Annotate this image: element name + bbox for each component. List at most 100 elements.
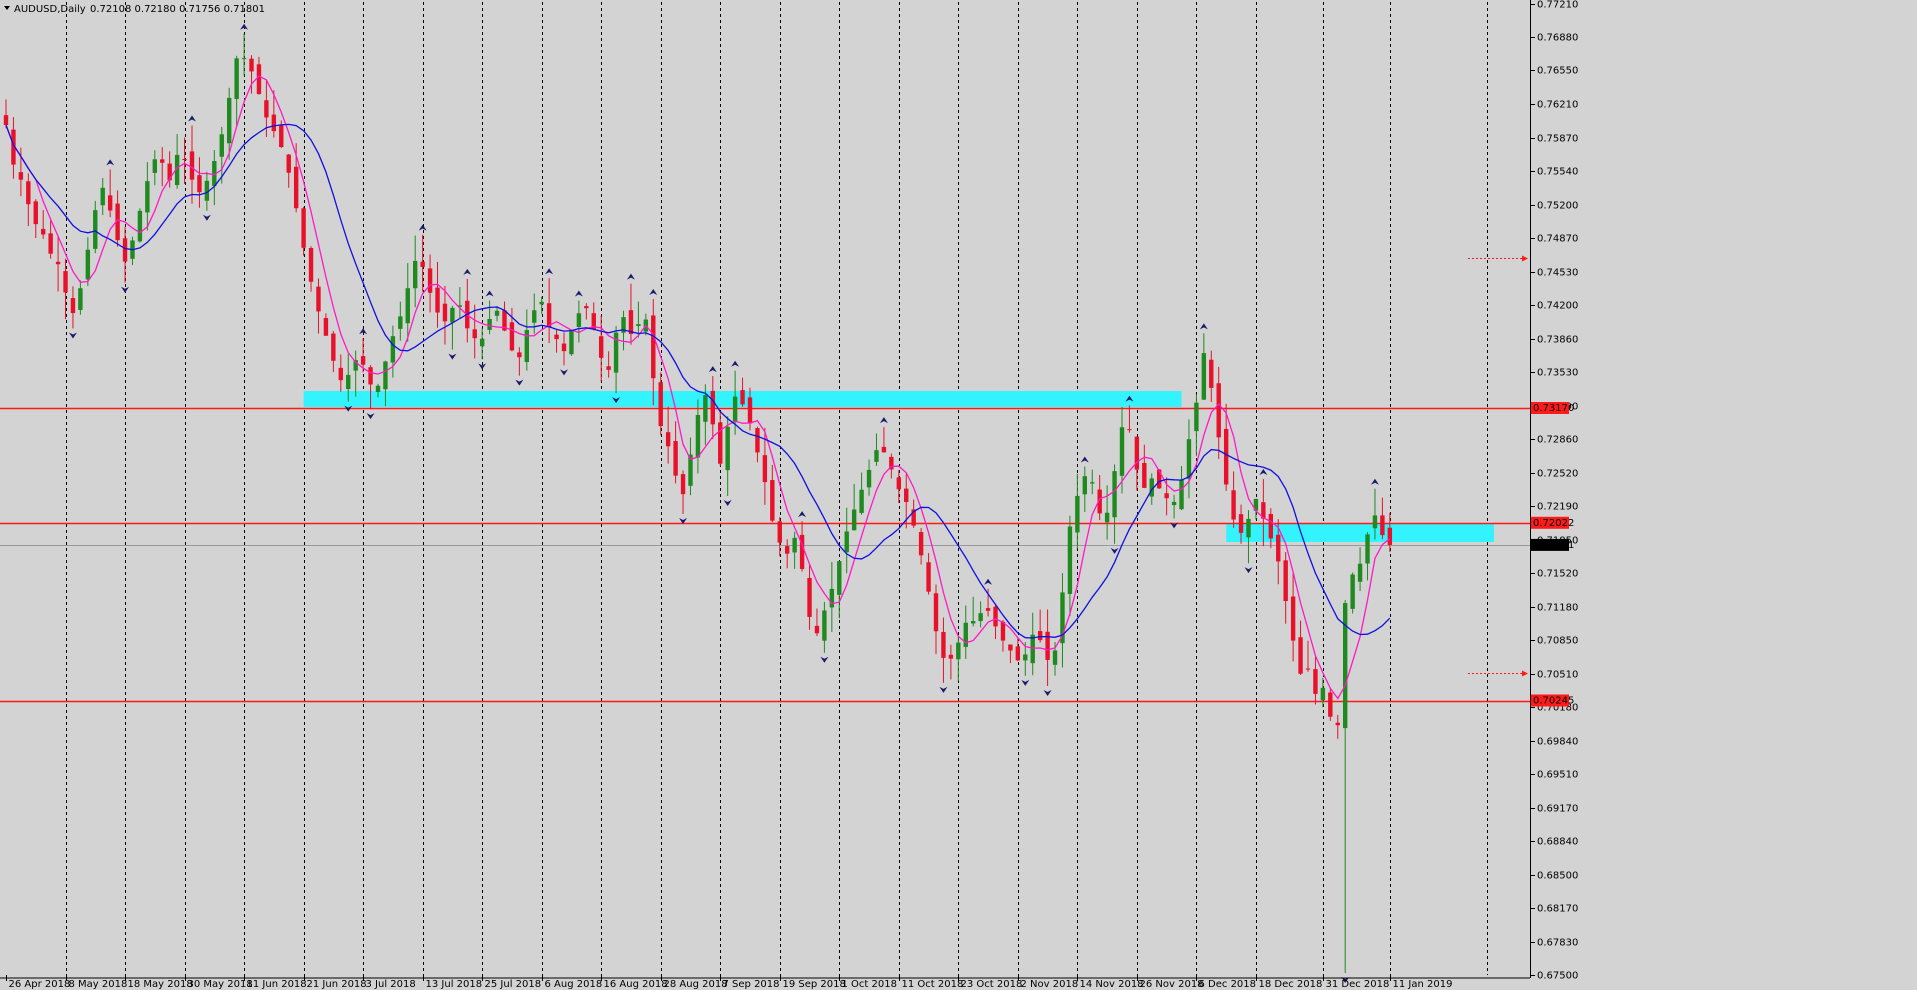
chart-header: AUDUSD,Daily 0.72108 0.72180 0.71756 0.7… [4,4,265,15]
candle-body [368,367,373,385]
candle-body [1290,596,1296,641]
candle-body [33,201,38,225]
candle-body [1090,482,1095,484]
candle-body [896,477,901,490]
candle[interactable] [137,208,143,243]
candle-body [1223,428,1229,485]
candle-body [926,562,931,592]
candle-body [41,228,46,235]
candle-body [1387,527,1393,545]
candle-body [561,343,567,352]
chart-area[interactable]: 0.77210 0.76880 0.76550 0.76210 0.75870 0.755… [0,0,1917,990]
candle-body [435,287,440,313]
x-tick-label: 26 Apr 2018 [9,979,71,990]
candle-body [881,446,887,453]
candle-body [479,338,485,347]
candle-body [264,100,269,118]
candle-body [1372,515,1378,529]
candle-body [703,395,708,422]
y-tick-label: 0.69840 [1537,737,1578,748]
candle-body [1037,631,1043,641]
candle[interactable] [569,330,574,356]
candle-body [1030,634,1035,664]
level-price-label: 0.73170 [1533,403,1574,414]
price-axis: 0.77210 0.76880 0.76550 0.76210 0.75870 0.755… [1530,0,1917,990]
y-tick-label: 0.76210 [1537,100,1578,111]
x-tick-label: 30 May 2018 [188,979,253,990]
candle-body [517,352,522,358]
candle-body [1268,513,1273,539]
y-tick-label: 0.75540 [1537,167,1578,178]
candle-body [732,396,738,423]
candle-body [918,532,924,556]
candle-body [122,238,128,262]
candle-body [1313,669,1318,694]
candle-body [755,428,760,453]
x-tick-label: 1 Oct 2018 [842,979,897,990]
x-tick-label: 26 Nov 2018 [1140,979,1204,990]
x-tick-label: 3 Jul 2018 [366,979,416,990]
candle-body [450,307,455,323]
candle-body [1052,650,1058,665]
candle-body [1112,471,1117,518]
candle-body [63,271,68,293]
x-tick-label: 2 Nov 2018 [1021,979,1079,990]
candle-body [658,382,663,427]
candle-body [814,625,820,634]
candle-body [1171,501,1177,506]
candle-body [1343,603,1348,729]
candle-body [227,97,232,144]
candle-body [1164,493,1169,499]
candle-body [249,58,254,72]
candle-body [1067,526,1073,594]
candle-body [770,480,775,521]
candle-body [494,310,500,316]
x-tick-label: 13 Jul 2018 [426,979,483,990]
candlestick-chart[interactable]: 0.77210 0.76880 0.76550 0.76210 0.75870 0.755… [0,0,1917,990]
candle-body [941,631,946,658]
candle-body [1246,518,1251,538]
candle[interactable] [1350,572,1355,614]
candle-body [859,489,864,513]
candle-body [576,313,582,327]
zone-rect[interactable] [1226,523,1494,542]
x-tick-label: 11 Oct 2018 [902,979,964,990]
candle[interactable] [1328,687,1333,721]
candle-body [1075,495,1080,533]
candle-body [189,151,195,180]
x-tick-label: 18 May 2018 [128,979,193,990]
y-tick-label: 0.74870 [1537,234,1578,245]
candle-body [1305,668,1311,670]
candle-body [651,315,656,379]
candle-body [584,306,589,309]
candle-body [256,64,262,95]
x-tick-label: 14 Nov 2018 [1080,979,1144,990]
candle-body [1350,574,1355,609]
candle-body [1365,534,1370,564]
candle-body [18,172,24,180]
candle-body [963,622,968,647]
candle-body [1328,692,1333,717]
x-tick-label: 31 Dec 2018 [1326,979,1390,990]
candle-body [948,654,954,659]
candle-body [539,301,544,305]
candle-body [107,195,113,211]
candle-body [851,509,857,531]
candle-body [93,210,98,249]
x-tick-label: 11 Jun 2018 [247,979,307,990]
candle-body [1104,512,1110,523]
candle-body [844,531,849,553]
y-tick-label: 0.68500 [1537,871,1578,882]
candle-body [383,361,388,390]
candle-body [308,248,314,282]
candle-body [1194,402,1199,432]
x-tick-label: 21 Jun 2018 [307,979,367,990]
candle-body [695,415,701,458]
candle-body [1045,631,1050,660]
x-tick-label: 25 Jul 2018 [485,979,542,990]
candle-body [956,642,961,660]
candle-body [427,268,433,293]
candle-body [145,181,150,213]
y-tick-label: 0.70510 [1537,670,1578,681]
candle-body [822,610,827,641]
